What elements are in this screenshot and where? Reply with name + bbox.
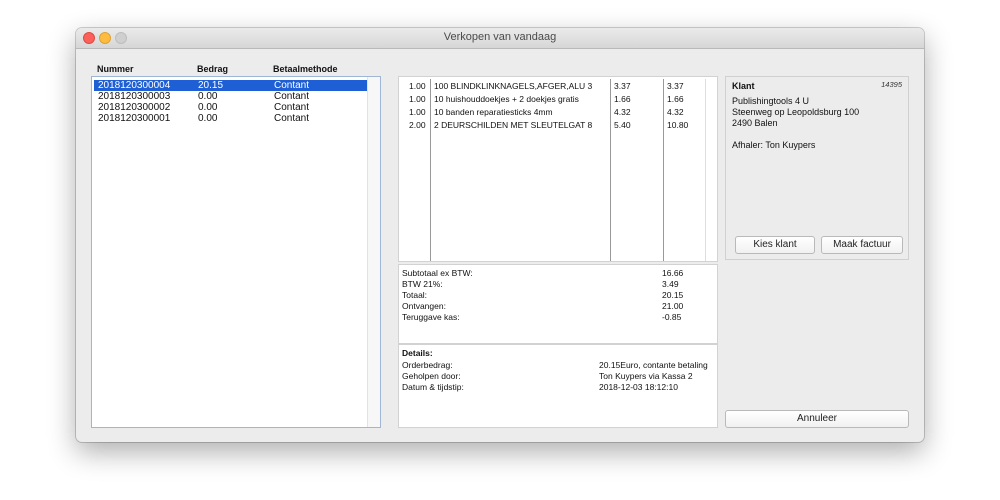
order-method: Contant [274, 80, 310, 91]
totals-label: Totaal: [402, 290, 428, 300]
customer-street: Steenweg op Leopoldsburg 100 [732, 107, 860, 117]
details-row: Geholpen door: Ton Kuypers via Kassa 2 [402, 371, 712, 382]
item-total: 10.80 [667, 120, 689, 130]
totals-label: Subtotaal ex BTW: [402, 268, 473, 278]
customer-panel: Klant 14395 Publishingtools 4 U Steenweg… [725, 76, 909, 260]
column-header-method[interactable]: Betaalmethode [273, 64, 338, 74]
sales-window: Verkopen van vandaag Nummer Bedrag Betaa… [76, 28, 924, 442]
item-qty: 1.00 [409, 94, 426, 104]
item-description: 10 banden reparatiesticks 4mm [434, 107, 553, 117]
details-label: Geholpen door: [402, 371, 461, 381]
item-description: 100 BLINDKLINKNAGELS,AFGER,ALU 3 [434, 81, 593, 91]
item-row[interactable]: 1.00 100 BLINDKLINKNAGELS,AFGER,ALU 3 3.… [399, 80, 719, 93]
details-value: Ton Kuypers via Kassa 2 [599, 371, 693, 381]
totals-label: Teruggave kas: [402, 312, 460, 322]
order-row[interactable]: 2018120300004 20.15 Contant [94, 80, 369, 91]
choose-customer-button[interactable]: Kies klant [735, 236, 815, 254]
order-method: Contant [274, 113, 310, 124]
item-total: 3.37 [667, 81, 684, 91]
order-number: 2018120300004 [98, 80, 171, 91]
totals-row: Ontvangen: 21.00 [402, 301, 712, 312]
order-number: 2018120300002 [98, 102, 171, 113]
customer-title: Klant [732, 81, 755, 91]
item-total: 1.66 [667, 94, 684, 104]
details-label: Datum & tijdstip: [402, 382, 464, 392]
order-number: 2018120300003 [98, 91, 171, 102]
totals-value: 3.49 [662, 279, 679, 289]
item-total: 4.32 [667, 107, 684, 117]
totals-row: Subtotaal ex BTW: 16.66 [402, 268, 712, 279]
order-amount: 0.00 [198, 102, 218, 113]
customer-id: 14395 [881, 80, 902, 89]
order-amount: 0.00 [198, 113, 218, 124]
details-value: 2018-12-03 18:12:10 [599, 382, 678, 392]
order-amount: 20.15 [198, 80, 224, 91]
item-price: 1.66 [614, 94, 631, 104]
totals-row: Teruggave kas: -0.85 [402, 312, 712, 323]
totals-label: Ontvangen: [402, 301, 446, 311]
item-qty: 1.00 [409, 81, 426, 91]
orders-list[interactable]: 2018120300004 20.15 Contant 201812030000… [91, 76, 381, 428]
window-title: Verkopen van vandaag [443, 31, 557, 43]
totals-value: -0.85 [662, 312, 682, 322]
make-invoice-button[interactable]: Maak factuur [821, 236, 903, 254]
order-items-table[interactable]: 1.00 100 BLINDKLINKNAGELS,AFGER,ALU 3 3.… [398, 76, 718, 262]
order-row[interactable]: 2018120300001 0.00 Contant [94, 113, 369, 124]
details-row: Orderbedrag: 20.15Euro, contante betalin… [402, 360, 712, 371]
details-value: 20.15Euro, contante betaling [599, 360, 708, 370]
totals-label: BTW 21%: [402, 279, 443, 289]
details-heading: Details: [402, 348, 433, 358]
order-number: 2018120300001 [98, 113, 171, 124]
item-row[interactable]: 2.00 2 DEURSCHILDEN MET SLEUTELGAT 8 5.4… [399, 119, 719, 132]
item-row[interactable]: 1.00 10 banden reparatiesticks 4mm 4.32 … [399, 106, 719, 119]
totals-row: BTW 21%: 3.49 [402, 279, 712, 290]
totals-panel: Subtotaal ex BTW: 16.66 BTW 21%: 3.49 To… [398, 264, 718, 344]
totals-value: 20.15 [662, 290, 684, 300]
order-method: Contant [274, 102, 310, 113]
title-bar: Verkopen van vandaag [76, 28, 924, 49]
orders-scrollbar[interactable] [367, 77, 380, 427]
order-method: Contant [274, 91, 310, 102]
item-description: 10 huishouddoekjes + 2 doekjes gratis [434, 94, 579, 104]
item-price: 5.40 [614, 120, 631, 130]
totals-row: Totaal: 20.15 [402, 290, 712, 301]
cancel-button[interactable]: Annuleer [725, 410, 909, 428]
column-header-amount[interactable]: Bedrag [197, 64, 228, 74]
column-header-number[interactable]: Nummer [97, 64, 134, 74]
customer-pickup: Afhaler: Ton Kuypers [732, 140, 816, 150]
customer-city: 2490 Balen [732, 118, 778, 128]
customer-name: Publishingtools 4 U [732, 96, 810, 106]
item-price: 3.37 [614, 81, 631, 91]
item-price: 4.32 [614, 107, 631, 117]
order-row[interactable]: 2018120300003 0.00 Contant [94, 91, 369, 102]
order-row[interactable]: 2018120300002 0.00 Contant [94, 102, 369, 113]
totals-value: 21.00 [662, 301, 684, 311]
item-description: 2 DEURSCHILDEN MET SLEUTELGAT 8 [434, 120, 593, 130]
details-label: Orderbedrag: [402, 360, 453, 370]
order-amount: 0.00 [198, 91, 218, 102]
details-panel: Details: Orderbedrag: 20.15Euro, contant… [398, 344, 718, 428]
details-row: Datum & tijdstip: 2018-12-03 18:12:10 [402, 382, 712, 393]
item-row[interactable]: 1.00 10 huishouddoekjes + 2 doekjes grat… [399, 93, 719, 106]
item-qty: 2.00 [409, 120, 426, 130]
item-qty: 1.00 [409, 107, 426, 117]
totals-value: 16.66 [662, 268, 684, 278]
